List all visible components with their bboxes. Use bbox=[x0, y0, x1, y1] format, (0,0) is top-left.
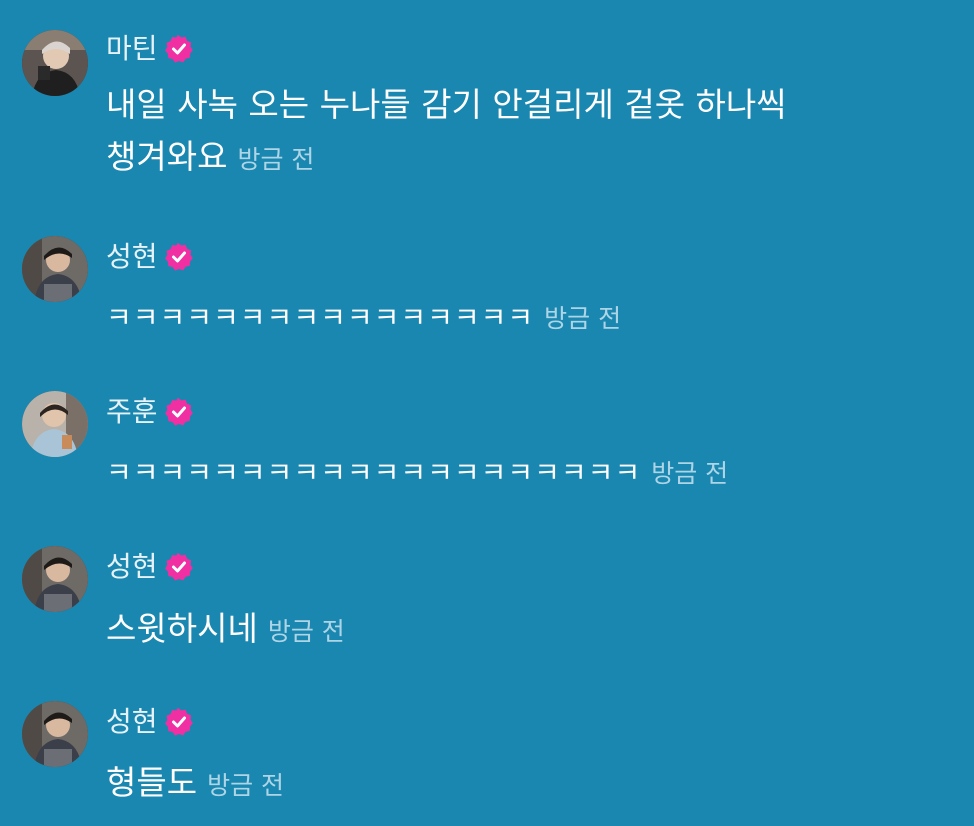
sender-row: 성현 bbox=[106, 549, 194, 585]
message-text: 스윗하시네 방금 전 bbox=[106, 603, 960, 658]
martin-avatar-image bbox=[22, 30, 88, 96]
sender-row: 마틴 bbox=[106, 31, 194, 67]
sunghyun-avatar-image bbox=[22, 701, 88, 767]
sender-name[interactable]: 성현 bbox=[106, 239, 158, 275]
verified-badge-icon bbox=[164, 707, 194, 737]
avatar[interactable] bbox=[22, 236, 88, 302]
message-body: 내일 사녹 오는 누나들 감기 안걸리게 겉옷 하나씩 챙겨와요 bbox=[106, 85, 787, 176]
chat-message: 성현 스윗하시네 방금 전 bbox=[0, 510, 974, 665]
verified-badge-icon bbox=[164, 34, 194, 64]
sender-name[interactable]: 성현 bbox=[106, 704, 158, 740]
sender-name[interactable]: 주훈 bbox=[106, 394, 158, 430]
message-text: ㅋㅋㅋㅋㅋㅋㅋㅋㅋㅋㅋㅋㅋㅋㅋㅋㅋㅋㅋㅋ 방금 전 bbox=[106, 447, 960, 500]
message-text: 내일 사녹 오는 누나들 감기 안걸리게 겉옷 하나씩 챙겨와요 방금 전 bbox=[106, 79, 960, 186]
sender-name[interactable]: 성현 bbox=[106, 549, 158, 585]
juhoon-avatar-image bbox=[22, 391, 88, 457]
sender-row: 주훈 bbox=[106, 394, 194, 430]
sender-row: 성현 bbox=[106, 704, 194, 740]
chat-message: 마틴 내일 사녹 오는 누나들 감기 안걸리게 겉옷 하나씩 챙겨와요 방금 전 bbox=[0, 0, 974, 200]
timestamp: 방금 전 bbox=[207, 771, 285, 800]
verified-badge-icon bbox=[164, 397, 194, 427]
avatar[interactable] bbox=[22, 546, 88, 612]
timestamp: 방금 전 bbox=[237, 145, 315, 174]
avatar[interactable] bbox=[22, 701, 88, 767]
sunghyun-avatar-image bbox=[22, 236, 88, 302]
message-body: 형들도 bbox=[106, 763, 198, 802]
chat-message: 성현 형들도 방금 전 bbox=[0, 665, 974, 826]
message-body: ㅋㅋㅋㅋㅋㅋㅋㅋㅋㅋㅋㅋㅋㅋㅋㅋㅋㅋㅋㅋ bbox=[106, 456, 642, 489]
timestamp: 방금 전 bbox=[267, 617, 345, 646]
message-text: ㅋㅋㅋㅋㅋㅋㅋㅋㅋㅋㅋㅋㅋㅋㅋㅋ 방금 전 bbox=[106, 292, 960, 345]
timestamp: 방금 전 bbox=[651, 459, 729, 488]
message-body: 스윗하시네 bbox=[106, 609, 258, 648]
message-body: ㅋㅋㅋㅋㅋㅋㅋㅋㅋㅋㅋㅋㅋㅋㅋㅋ bbox=[106, 301, 535, 334]
sender-row: 성현 bbox=[106, 239, 194, 275]
message-text: 형들도 방금 전 bbox=[106, 757, 960, 812]
avatar[interactable] bbox=[22, 391, 88, 457]
verified-badge-icon bbox=[164, 552, 194, 582]
verified-badge-icon bbox=[164, 242, 194, 272]
chat-message: 주훈 ㅋㅋㅋㅋㅋㅋㅋㅋㅋㅋㅋㅋㅋㅋㅋㅋㅋㅋㅋㅋ 방금 전 bbox=[0, 355, 974, 510]
chat-message: 성현 ㅋㅋㅋㅋㅋㅋㅋㅋㅋㅋㅋㅋㅋㅋㅋㅋ 방금 전 bbox=[0, 200, 974, 355]
sunghyun-avatar-image bbox=[22, 546, 88, 612]
chat-list: 마틴 내일 사녹 오는 누나들 감기 안걸리게 겉옷 하나씩 챙겨와요방금 전 bbox=[0, 0, 974, 826]
timestamp: 방금 전 bbox=[544, 304, 622, 333]
sender-name[interactable]: 마틴 bbox=[106, 31, 158, 67]
avatar[interactable] bbox=[22, 30, 88, 96]
